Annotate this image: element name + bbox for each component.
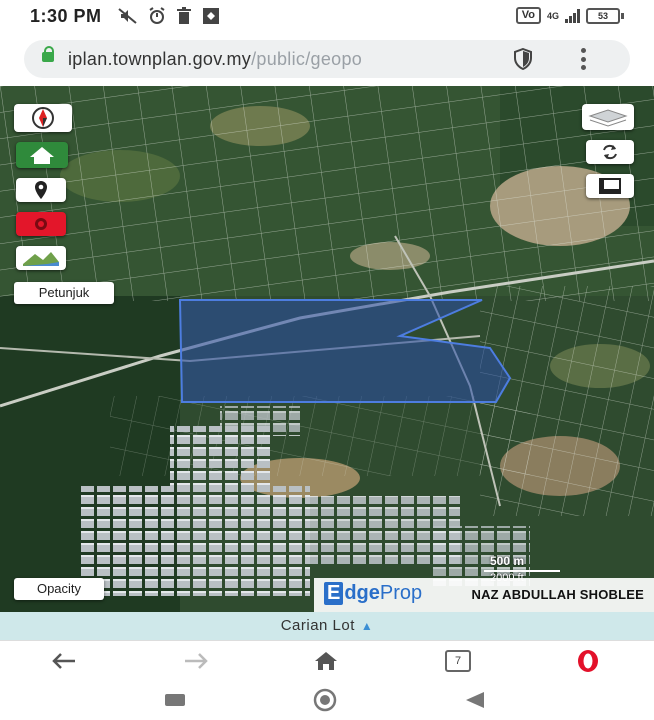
battery-level: 53 [586, 7, 620, 24]
map-legend-icon [23, 252, 59, 266]
screenshot-icon [202, 7, 220, 30]
browser-navigation-bar: 7 [0, 640, 654, 681]
status-icons-left [118, 7, 220, 30]
forward-arrow-icon [185, 653, 208, 669]
layers-icon [588, 109, 628, 127]
refresh-button[interactable] [586, 140, 634, 164]
forward-button[interactable] [176, 647, 216, 675]
compass-icon [32, 107, 54, 129]
browser-toolbar: iplan.townplan.gov.my/public/geopo [0, 34, 654, 86]
system-back-button[interactable] [460, 690, 490, 710]
status-icons-right: Vo 4G 53 [515, 7, 624, 24]
muted-icon [118, 7, 138, 30]
layers-button[interactable] [582, 104, 634, 130]
address-bar[interactable]: iplan.townplan.gov.my/public/geopo [24, 40, 630, 78]
map-legend-button[interactable] [16, 246, 66, 270]
record-button[interactable] [16, 212, 66, 236]
opera-menu-button[interactable] [568, 647, 608, 675]
chevron-up-icon: ▲ [360, 619, 374, 633]
carian-lot-label: Carian Lot [280, 617, 355, 634]
author-name: NAZ ABDULLAH SHOBLEE [471, 587, 644, 602]
circle-home-icon [313, 688, 337, 712]
map-imagery [0, 86, 654, 612]
status-bar: 1:30 PM Vo 4G 53 [0, 0, 654, 34]
back-arrow-icon [52, 653, 75, 669]
compass-button[interactable] [14, 104, 72, 132]
url-text[interactable]: iplan.townplan.gov.my/public/geopo [68, 49, 362, 70]
refresh-icon [603, 144, 617, 160]
system-home-button[interactable] [310, 688, 340, 712]
signal-icon [565, 8, 580, 23]
alarm-icon [148, 7, 166, 30]
tabs-button[interactable]: 7 [438, 647, 478, 675]
screen-button[interactable] [586, 174, 634, 198]
system-navigation-bar [0, 680, 654, 720]
home-icon [30, 147, 54, 164]
battery-icon: 53 [586, 7, 624, 24]
house-icon [315, 652, 337, 670]
carian-lot-panel[interactable]: Carian Lot ▲ [0, 612, 654, 640]
lock-icon [42, 46, 54, 62]
recents-button[interactable] [160, 690, 190, 710]
record-icon [35, 218, 47, 230]
locate-button[interactable] [16, 178, 66, 202]
edgeprop-logo: EdgeProp [324, 582, 422, 605]
location-pin-icon [35, 181, 47, 199]
opacity-button[interactable]: Opacity [14, 578, 104, 600]
screen-icon [599, 178, 621, 194]
shield-icon[interactable] [512, 47, 534, 71]
triangle-back-icon [466, 692, 484, 708]
menu-icon[interactable] [580, 48, 586, 70]
network-label: 4G [546, 10, 559, 21]
edgeprop-watermark: EdgeProp NAZ ABDULLAH SHOBLEE [314, 578, 654, 612]
home-button[interactable] [16, 142, 68, 168]
scale-metric: 500 m [490, 554, 525, 568]
back-button[interactable] [44, 647, 84, 675]
satellite-map[interactable]: Petunjuk Opacity 500 m 2000 ft EdgeProp … [0, 86, 654, 612]
volte-icon: Vo [515, 7, 541, 24]
tab-count: 7 [445, 650, 471, 672]
recents-icon [165, 694, 185, 706]
home-page-button[interactable] [306, 647, 346, 675]
delete-icon [176, 7, 192, 30]
url-path: /public/geopo [251, 49, 363, 69]
url-host: iplan.townplan.gov.my [68, 49, 252, 69]
opera-logo-icon [578, 650, 598, 672]
status-time: 1:30 PM [30, 6, 102, 26]
petunjuk-button[interactable]: Petunjuk [14, 282, 114, 304]
